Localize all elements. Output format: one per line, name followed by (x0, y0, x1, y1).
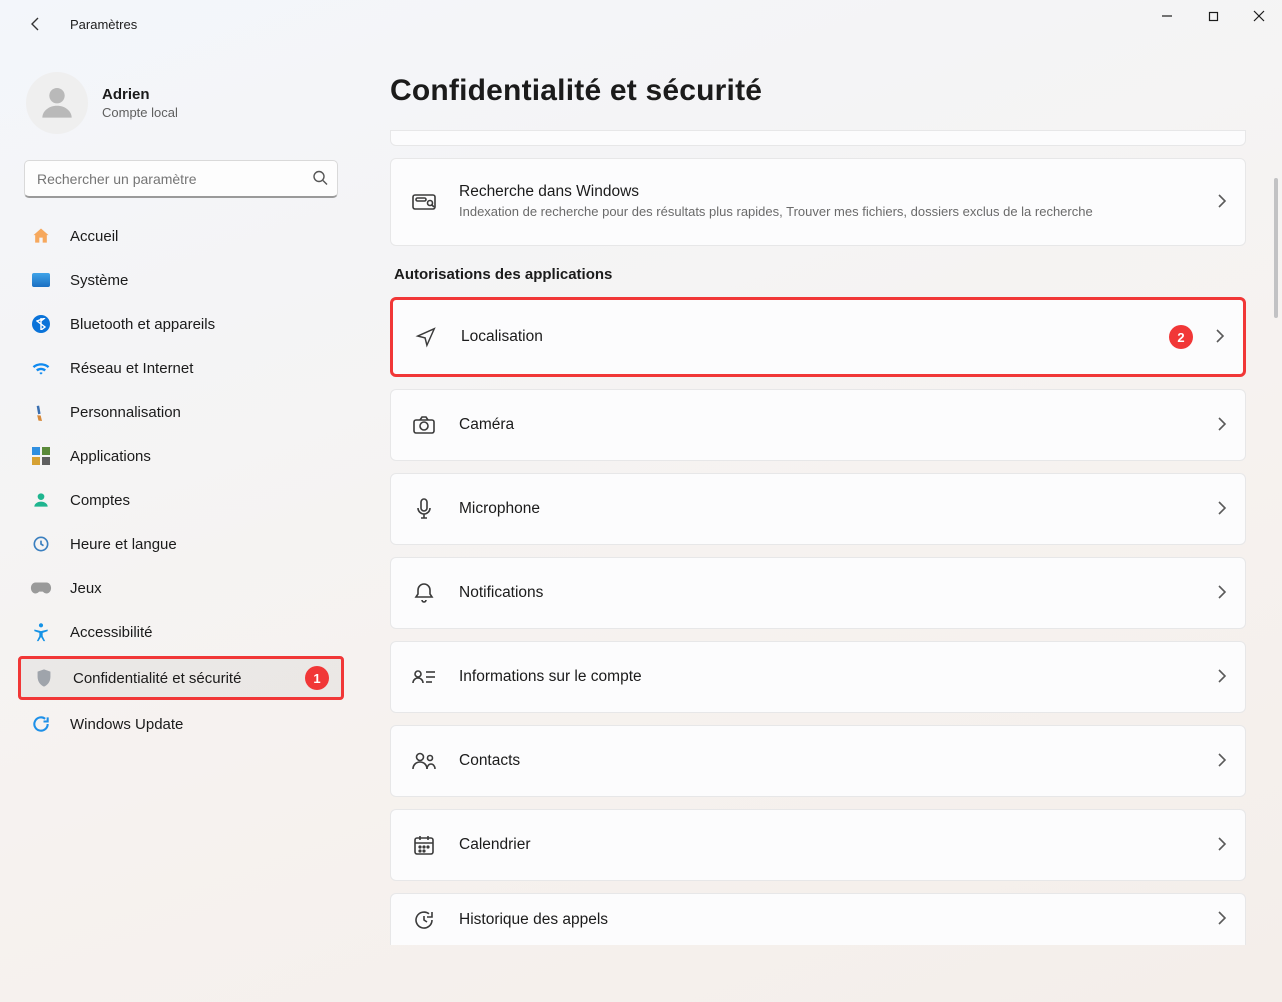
sidebar-item-label: Heure et langue (70, 536, 177, 553)
microphone-icon (411, 496, 437, 522)
clock-icon (30, 533, 52, 555)
system-icon (30, 269, 52, 291)
brush-icon (26, 397, 57, 428)
accessibility-icon (30, 621, 52, 643)
sidebar-item-label: Confidentialité et sécurité (73, 670, 241, 687)
chevron-right-icon (1217, 501, 1227, 518)
shield-icon (33, 667, 55, 689)
sidebar-item-label: Applications (70, 448, 151, 465)
sidebar-item-label: Accueil (70, 228, 118, 245)
sidebar-item-applications[interactable]: Applications (18, 436, 344, 476)
apps-icon (30, 445, 52, 467)
card-historique-appels[interactable]: Historique des appels (390, 893, 1246, 945)
chevron-right-icon (1217, 417, 1227, 434)
chevron-right-icon (1217, 753, 1227, 770)
sidebar-item-accueil[interactable]: Accueil (18, 216, 344, 256)
nav: Accueil Système Bluetooth et appareils R… (18, 216, 344, 744)
sidebar-item-label: Comptes (70, 492, 130, 509)
sidebar-item-label: Réseau et Internet (70, 360, 193, 377)
maximize-button[interactable] (1190, 0, 1236, 32)
close-button[interactable] (1236, 0, 1282, 32)
contacts-icon (411, 748, 437, 774)
card-title: Calendrier (459, 836, 1205, 854)
chevron-right-icon (1217, 194, 1227, 211)
sidebar-item-systeme[interactable]: Système (18, 260, 344, 300)
search-wrap (24, 160, 338, 198)
chevron-right-icon (1217, 911, 1227, 928)
wifi-icon (30, 357, 52, 379)
sidebar-item-confidentialite[interactable]: Confidentialité et sécurité 1 (18, 656, 344, 700)
sidebar-item-bluetooth[interactable]: Bluetooth et appareils (18, 304, 344, 344)
chevron-right-icon (1217, 837, 1227, 854)
gamepad-icon (30, 577, 52, 599)
search-input[interactable] (24, 160, 338, 198)
sidebar-item-reseau[interactable]: Réseau et Internet (18, 348, 344, 388)
windows-update-icon (30, 713, 52, 735)
card-title: Informations sur le compte (459, 668, 1205, 686)
card-contacts[interactable]: Contacts (390, 725, 1246, 797)
minimize-button[interactable] (1144, 0, 1190, 32)
card-title: Notifications (459, 584, 1205, 602)
card-title: Recherche dans Windows (459, 183, 1205, 201)
card-subtitle: Indexation de recherche pour des résulta… (459, 203, 1099, 221)
card-title: Historique des appels (459, 911, 1205, 929)
avatar (26, 72, 88, 134)
accounts-icon (30, 489, 52, 511)
call-history-icon (411, 907, 437, 933)
card-partial-cutoff (390, 130, 1246, 146)
callout-badge-1: 1 (305, 666, 329, 690)
page-title: Confidentialité et sécurité (390, 74, 1246, 108)
window-controls (1144, 0, 1282, 32)
callout-badge-2: 2 (1169, 325, 1193, 349)
chevron-right-icon (1215, 329, 1225, 346)
scrollbar-vertical[interactable] (1274, 178, 1278, 318)
sidebar-item-accessibilite[interactable]: Accessibilité (18, 612, 344, 652)
sidebar-item-label: Bluetooth et appareils (70, 316, 215, 333)
camera-icon (411, 412, 437, 438)
sidebar-item-label: Jeux (70, 580, 102, 597)
bluetooth-icon (30, 313, 52, 335)
account-info-icon (411, 664, 437, 690)
user-block[interactable]: Adrien Compte local (18, 66, 344, 154)
card-calendrier[interactable]: Calendrier (390, 809, 1246, 881)
card-localisation[interactable]: Localisation 2 (390, 297, 1246, 377)
calendar-icon (411, 832, 437, 858)
sidebar-item-personnalisation[interactable]: Personnalisation (18, 392, 344, 432)
chevron-right-icon (1217, 669, 1227, 686)
sidebar: Adrien Compte local Accueil Système Blue… (0, 48, 360, 1002)
sidebar-item-label: Accessibilité (70, 624, 153, 641)
card-title: Microphone (459, 500, 1205, 518)
chevron-right-icon (1217, 585, 1227, 602)
home-icon (30, 225, 52, 247)
sidebar-item-jeux[interactable]: Jeux (18, 568, 344, 608)
sidebar-item-comptes[interactable]: Comptes (18, 480, 344, 520)
sidebar-item-heure[interactable]: Heure et langue (18, 524, 344, 564)
titlebar: Paramètres (0, 0, 1282, 48)
user-subtitle: Compte local (102, 105, 178, 120)
sidebar-item-windows-update[interactable]: Windows Update (18, 704, 344, 744)
search-windows-icon (411, 189, 437, 215)
app-title: Paramètres (70, 17, 137, 32)
card-title: Caméra (459, 416, 1205, 434)
card-recherche-windows[interactable]: Recherche dans Windows Indexation de rec… (390, 158, 1246, 246)
card-title: Localisation (461, 328, 1169, 346)
user-name: Adrien (102, 86, 178, 103)
location-icon (413, 324, 439, 350)
section-header-app-permissions: Autorisations des applications (394, 266, 1242, 283)
sidebar-item-label: Système (70, 272, 128, 289)
sidebar-item-label: Personnalisation (70, 404, 181, 421)
card-title: Contacts (459, 752, 1205, 770)
card-microphone[interactable]: Microphone (390, 473, 1246, 545)
search-icon (312, 170, 328, 189)
bell-icon (411, 580, 437, 606)
back-button[interactable] (20, 8, 52, 40)
sidebar-item-label: Windows Update (70, 716, 183, 733)
card-camera[interactable]: Caméra (390, 389, 1246, 461)
card-informations-compte[interactable]: Informations sur le compte (390, 641, 1246, 713)
card-notifications[interactable]: Notifications (390, 557, 1246, 629)
main-content: Confidentialité et sécurité Recherche da… (360, 48, 1282, 1002)
